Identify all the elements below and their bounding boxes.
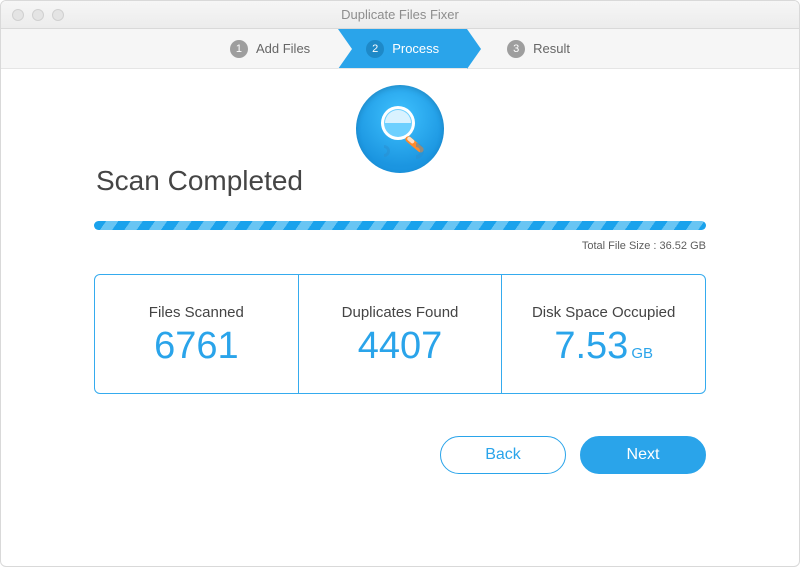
page-title: Scan Completed	[96, 165, 303, 197]
app-window: Duplicate Files Fixer 1 Add Files 2 Proc…	[0, 0, 800, 567]
total-file-size-label: Total File Size : 36.52 GB	[582, 240, 706, 252]
step-number: 1	[230, 40, 248, 58]
stat-label: Duplicates Found	[342, 304, 459, 321]
stats-panel: Files Scanned 6761 Duplicates Found 4407…	[94, 274, 706, 394]
step-number: 2	[366, 40, 384, 58]
step-number: 3	[507, 40, 525, 58]
progress-section: Total File Size : 36.52 GB	[94, 221, 706, 252]
window-title: Duplicate Files Fixer	[1, 7, 799, 22]
minimize-window-icon[interactable]	[32, 9, 44, 21]
stat-value: 6761	[154, 327, 239, 365]
stat-number: 7.53	[554, 325, 628, 367]
close-window-icon[interactable]	[12, 9, 24, 21]
stat-disk-space: Disk Space Occupied 7.53GB	[501, 275, 705, 393]
stat-unit: GB	[631, 345, 653, 362]
step-label: Add Files	[256, 41, 310, 56]
content-area: Scan Completed Total File Size : 36.52 G…	[1, 69, 799, 566]
magnifier-icon	[356, 85, 444, 173]
zoom-window-icon[interactable]	[52, 9, 64, 21]
action-bar: Back Next	[94, 436, 706, 474]
back-button[interactable]: Back	[440, 436, 566, 474]
stat-value: 7.53GB	[554, 327, 653, 365]
titlebar: Duplicate Files Fixer	[1, 1, 799, 29]
progress-bar	[94, 221, 706, 230]
stat-label: Files Scanned	[149, 304, 244, 321]
step-process[interactable]: 2 Process	[338, 29, 467, 68]
stat-files-scanned: Files Scanned 6761	[95, 275, 298, 393]
step-label: Result	[533, 41, 570, 56]
stat-label: Disk Space Occupied	[532, 304, 675, 321]
step-bar: 1 Add Files 2 Process 3 Result	[1, 29, 799, 69]
stat-duplicates-found: Duplicates Found 4407	[298, 275, 502, 393]
window-controls	[12, 9, 64, 21]
step-label: Process	[392, 41, 439, 56]
step-result[interactable]: 3 Result	[467, 29, 598, 68]
next-button[interactable]: Next	[580, 436, 706, 474]
app-logo	[356, 85, 444, 173]
step-add-files[interactable]: 1 Add Files	[202, 29, 338, 68]
stat-value: 4407	[358, 327, 443, 365]
